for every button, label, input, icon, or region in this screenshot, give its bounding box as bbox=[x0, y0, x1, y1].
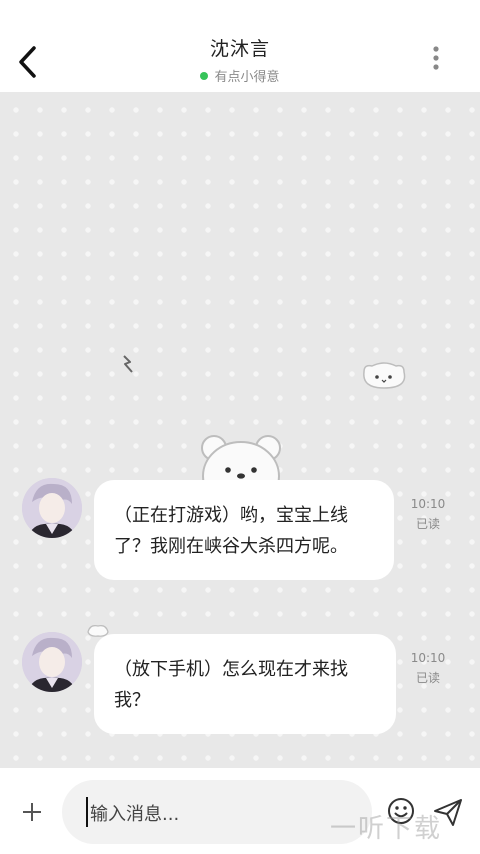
read-receipt: 已读 bbox=[415, 671, 440, 685]
contact-status: 有点小得意 bbox=[0, 66, 480, 85]
plus-icon[interactable] bbox=[20, 800, 44, 824]
cat-sticker-icon bbox=[363, 362, 406, 389]
status-text: 有点小得意 bbox=[214, 70, 280, 85]
chat-header: 沈沐言 有点小得意 bbox=[0, 0, 480, 92]
online-status-dot bbox=[200, 72, 209, 80]
message-input-placeholder: 输入消息... bbox=[90, 804, 180, 825]
message-time: 10:10 bbox=[410, 651, 446, 665]
text-caret bbox=[86, 797, 88, 827]
more-vertical-icon[interactable] bbox=[426, 44, 446, 74]
avatar-portrait-icon bbox=[22, 478, 82, 538]
contact-name: 沈沐言 bbox=[209, 38, 270, 60]
message-time: 10:10 bbox=[410, 497, 446, 511]
read-receipt: 已读 bbox=[415, 517, 440, 531]
chat-background: （正在打游戏）哟，宝宝上线了？我刚在峡谷大杀四方呢。 10:10 已读 （放下手… bbox=[0, 92, 480, 768]
message-bubble[interactable]: （放下手机）怎么现在才来找我？ bbox=[94, 634, 396, 734]
avatar[interactable] bbox=[22, 478, 82, 538]
avatar[interactable] bbox=[22, 632, 82, 692]
message-bubble[interactable]: （正在打游戏）哟，宝宝上线了？我刚在峡谷大杀四方呢。 bbox=[94, 480, 394, 580]
watermark: 一听下载 bbox=[330, 814, 443, 844]
message-meta: 10:10 已读 bbox=[404, 648, 452, 688]
sparkle-doodle-icon bbox=[123, 355, 133, 373]
avatar-portrait-icon bbox=[22, 632, 82, 692]
message-meta: 10:10 已读 bbox=[404, 494, 452, 534]
